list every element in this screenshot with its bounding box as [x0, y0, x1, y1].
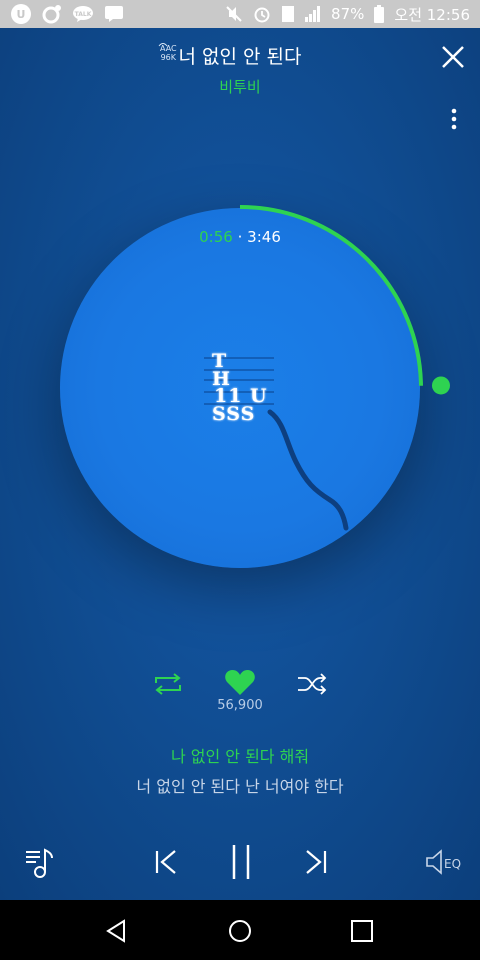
chat-bubble-icon	[42, 4, 62, 24]
pause-icon	[232, 845, 250, 879]
shuffle-button[interactable]	[294, 670, 330, 698]
back-triangle-icon	[106, 919, 125, 943]
speaker-icon	[426, 849, 442, 875]
current-time: 0:56	[199, 228, 233, 246]
time-display: 0:56 · 3:46	[0, 228, 480, 246]
total-time: 3:46	[247, 228, 281, 246]
art-letters-sss: SSS	[212, 403, 256, 425]
repeat-button[interactable]	[150, 670, 186, 698]
like-button[interactable]	[222, 667, 258, 697]
next-button[interactable]	[300, 846, 332, 878]
close-button[interactable]	[440, 44, 466, 70]
playlist-music-icon	[26, 848, 53, 878]
svg-text:U: U	[17, 8, 26, 21]
pause-button[interactable]	[224, 842, 258, 882]
skip-next-icon	[306, 850, 327, 874]
skip-previous-icon	[155, 850, 176, 874]
alarm-icon	[253, 5, 271, 23]
svg-text:TALK: TALK	[75, 11, 92, 18]
signal-icon	[305, 6, 321, 22]
battery-icon	[374, 5, 385, 23]
progress-knob[interactable]	[431, 376, 450, 395]
song-title: 너 없인 안 된다	[178, 46, 302, 68]
playlist-button[interactable]	[20, 842, 60, 882]
mute-icon	[225, 5, 243, 23]
lte-icon	[281, 5, 295, 23]
album-art: T H 11 U SSS	[204, 350, 349, 550]
status-bar: U TALK 87% 오전 12:56	[0, 0, 480, 28]
clock: 오전 12:56	[394, 5, 470, 24]
equalizer-button[interactable]: EQ	[422, 846, 464, 878]
battery-percent: 87%	[331, 5, 365, 23]
heart-icon	[225, 670, 255, 695]
artist-name[interactable]: 비투비	[0, 76, 480, 97]
shuffle-icon	[298, 673, 327, 695]
system-navigation-bar	[0, 900, 480, 960]
nav-back-button[interactable]	[100, 916, 132, 946]
like-count: 56,900	[217, 698, 263, 713]
message-icon	[104, 5, 124, 23]
time-separator: ·	[237, 228, 243, 246]
lyric-current-line[interactable]: 나 없인 안 된다 해줘	[0, 743, 480, 767]
nav-recents-button[interactable]	[346, 916, 378, 946]
repeat-icon	[155, 673, 181, 695]
home-circle-icon	[229, 920, 251, 942]
close-icon	[442, 46, 464, 68]
eq-label: EQ	[443, 857, 462, 871]
u-plus-icon: U	[10, 3, 32, 25]
more-vertical-icon	[451, 108, 457, 130]
lyric-next-line[interactable]: 너 없인 안 된다 난 너여야 한다	[0, 773, 480, 797]
previous-button[interactable]	[150, 846, 182, 878]
nav-home-button[interactable]	[224, 916, 256, 946]
status-right-icons: 87% 오전 12:56	[225, 4, 470, 25]
status-left-icons: U TALK	[10, 3, 124, 25]
recents-square-icon	[351, 920, 373, 942]
more-options-button[interactable]	[444, 106, 464, 134]
kakaotalk-icon: TALK	[72, 5, 94, 23]
